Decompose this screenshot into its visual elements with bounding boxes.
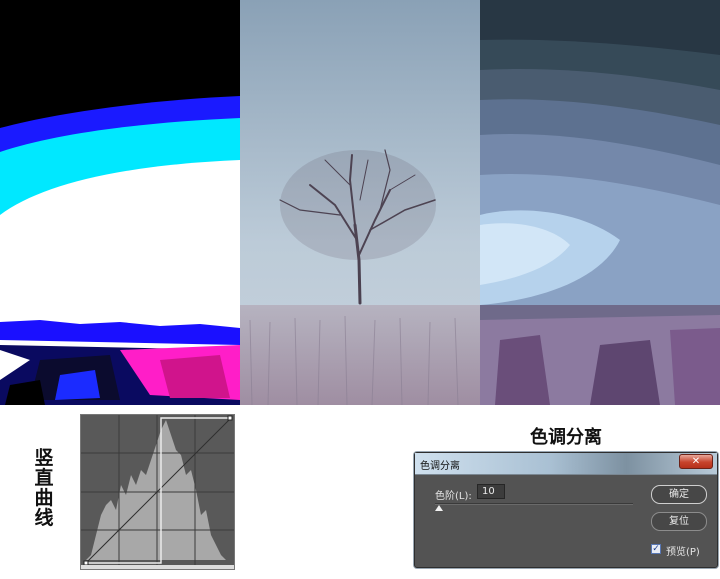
levels-slider-thumb[interactable]	[435, 505, 443, 511]
curve-caption: 竖直曲线	[34, 447, 54, 529]
original-photo	[240, 0, 480, 405]
levels-label: 色阶(L):	[435, 491, 472, 502]
posterize-dialog: 色调分离 ✕ 色阶(L): 10 确定 复位 ✓ 预览(P)	[414, 452, 718, 568]
preview-checkbox[interactable]: ✓	[651, 544, 661, 554]
reset-button[interactable]: 复位	[651, 512, 707, 531]
close-icon: ✕	[691, 456, 701, 467]
dialog-titlebar[interactable]: 色调分离 ✕	[415, 453, 717, 475]
close-button[interactable]: ✕	[679, 454, 713, 469]
curves-graph[interactable]	[80, 414, 235, 570]
levels-slider-track[interactable]	[435, 503, 633, 505]
posterize-result-image	[480, 0, 720, 405]
ok-button[interactable]: 确定	[651, 485, 707, 504]
levels-input[interactable]: 10	[477, 484, 505, 499]
image-strip	[0, 0, 720, 405]
preview-label: 预览(P)	[666, 547, 700, 558]
posterize-caption: 色调分离	[530, 427, 602, 448]
dialog-title: 色调分离	[420, 461, 460, 472]
curve-result-image	[0, 0, 240, 405]
